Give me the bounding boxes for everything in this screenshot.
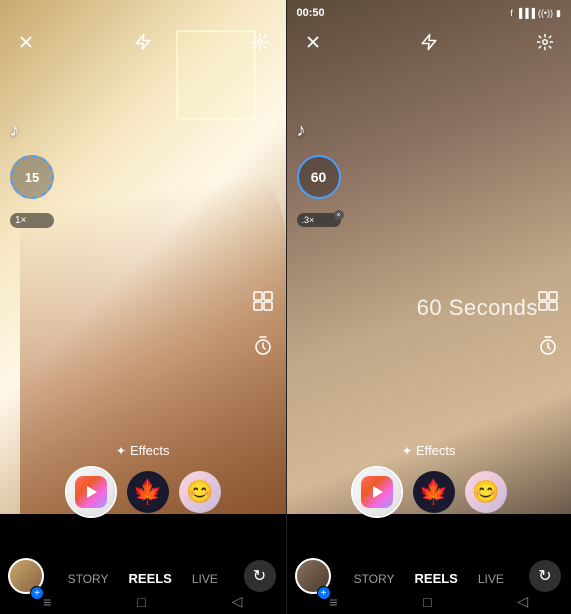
avatar-plus-right[interactable]: + <box>317 586 331 600</box>
status-icons-right: f ▐▐▐ ((•)) ▮ <box>510 8 561 19</box>
bottom-nav-left: STORY REELS LIVE <box>0 571 286 586</box>
face-icon-left: 😊 <box>186 479 213 505</box>
reel-play-left <box>87 486 97 498</box>
effect-face-left[interactable]: 😊 <box>179 471 221 513</box>
nav-reels-left[interactable]: REELS <box>129 571 172 586</box>
nav-live-left[interactable]: LIVE <box>192 572 218 586</box>
left-side-controls: ♪ 15 1× <box>10 120 54 228</box>
sys-home-left[interactable]: □ <box>137 594 145 610</box>
reel-icon-inner-right <box>353 468 401 516</box>
effect-reel-right[interactable] <box>351 466 403 518</box>
right-side-controls-left <box>252 290 274 362</box>
effects-text-left: Effects <box>130 443 170 458</box>
timer-value-right: 60 <box>311 169 327 185</box>
top-controls-right <box>287 24 571 60</box>
reel-icon-inner-left <box>67 468 115 516</box>
timer-circle-right[interactable]: 60 <box>297 155 341 199</box>
bottom-nav-right: STORY REELS LIVE <box>287 571 571 586</box>
sys-back-left[interactable]: ◁ <box>232 593 243 610</box>
timer-value-left: 15 <box>25 170 39 185</box>
speed-value-right: .3× <box>302 215 315 225</box>
effects-label-right[interactable]: ✦ Effects <box>402 443 456 458</box>
maple-icon-right: 🍁 <box>419 478 449 507</box>
seconds-label-right: 60 Seconds <box>417 295 538 321</box>
nav-story-left[interactable]: STORY <box>68 572 109 586</box>
effects-sparkle-left: ✦ <box>116 444 126 458</box>
fb-icon-right: f <box>510 8 513 18</box>
sys-menu-right[interactable]: ≡ <box>329 594 337 610</box>
effects-icons-right: 🍁 😊 <box>351 466 507 518</box>
right-bg <box>287 0 571 514</box>
effects-label-left[interactable]: ✦ Effects <box>116 443 170 458</box>
wifi-icon-right: ((•)) <box>538 8 553 18</box>
flash-icon-right[interactable] <box>417 30 441 54</box>
flash-icon-left[interactable] <box>131 30 155 54</box>
timer-icon-left[interactable] <box>252 334 274 362</box>
right-side-controls-right <box>537 290 559 362</box>
music-icon-right[interactable]: ♪ <box>297 120 341 141</box>
timer-circle-left[interactable]: 15 <box>10 155 54 199</box>
left-bg <box>0 0 286 514</box>
close-button-left[interactable] <box>14 30 38 54</box>
speed-badge-left[interactable]: 1× <box>10 213 54 228</box>
effect-maple-left[interactable]: 🍁 <box>127 471 169 513</box>
effect-reel-left[interactable] <box>65 466 117 518</box>
effects-sparkle-right: ✦ <box>402 444 412 458</box>
effects-text-right: Effects <box>416 443 456 458</box>
sys-home-right[interactable]: □ <box>423 594 431 610</box>
settings-icon-right[interactable] <box>533 30 557 54</box>
nav-live-right[interactable]: LIVE <box>478 572 504 586</box>
reel-play-right <box>373 486 383 498</box>
right-viewfinder <box>287 0 571 514</box>
settings-icon-left[interactable] <box>248 30 272 54</box>
effects-bar-right: ✦ Effects 🍁 😊 <box>287 443 571 518</box>
face-icon-right: 😊 <box>472 479 499 505</box>
effect-face-right[interactable]: 😊 <box>465 471 507 513</box>
maple-icon-left: 🍁 <box>133 478 163 507</box>
status-bar-right: 00:50 f ▐▐▐ ((•)) ▮ <box>287 0 571 22</box>
effects-icons-left: 🍁 😊 <box>65 466 221 518</box>
effect-maple-right[interactable]: 🍁 <box>413 471 455 513</box>
sys-back-right[interactable]: ◁ <box>517 593 528 610</box>
timer-icon-right[interactable] <box>537 334 559 362</box>
speed-badge-right[interactable]: .3× × <box>297 213 341 227</box>
avatar-plus-left[interactable]: + <box>30 586 44 600</box>
right-panel: 00:50 f ▐▐▐ ((•)) ▮ ♪ 60 .3× × <box>286 0 571 614</box>
left-viewfinder <box>0 0 286 514</box>
speed-value-left: 1× <box>15 215 26 226</box>
effects-bar-left: ✦ Effects 🍁 😊 <box>0 443 286 518</box>
music-icon-left[interactable]: ♪ <box>10 120 54 141</box>
nav-reels-right[interactable]: REELS <box>415 571 458 586</box>
battery-icon-right: ▮ <box>556 8 561 19</box>
grid-icon-right[interactable] <box>537 290 559 318</box>
left-panel: ♪ 15 1× ✦ <box>0 0 286 614</box>
status-time-right: 00:50 <box>297 7 325 19</box>
signal-icon-right: ▐▐▐ <box>516 8 535 18</box>
reel-inner-right <box>361 476 393 508</box>
left-side-controls-right: ♪ 60 .3× × <box>297 120 341 227</box>
sys-menu-left[interactable]: ≡ <box>43 594 51 610</box>
speed-close-right[interactable]: × <box>334 210 344 220</box>
reel-inner-left <box>75 476 107 508</box>
nav-story-right[interactable]: STORY <box>354 572 395 586</box>
seconds-text: 60 Seconds <box>417 295 538 320</box>
grid-icon-left[interactable] <box>252 290 274 318</box>
close-button-right[interactable] <box>301 30 325 54</box>
top-controls-left <box>0 24 286 60</box>
